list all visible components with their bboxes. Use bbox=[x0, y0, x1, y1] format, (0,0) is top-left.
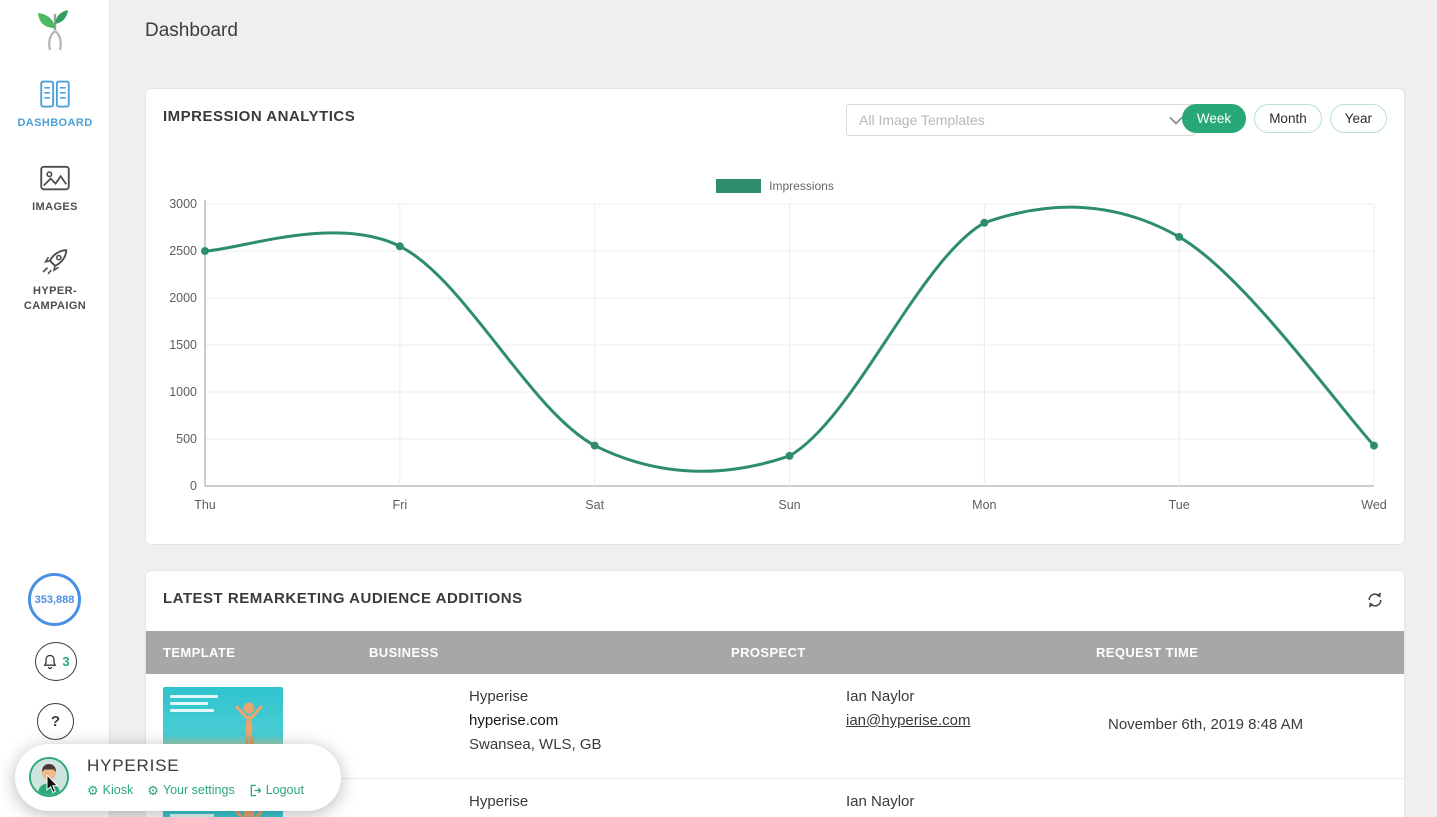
app-logo[interactable] bbox=[0, 4, 110, 59]
range-toggle-group: Week Month Year bbox=[1181, 104, 1387, 133]
user-menu-links: ⚙ Kiosk ⚙ Your settings Logout bbox=[87, 783, 304, 797]
sidebar-item-dashboard[interactable]: DASHBOARD bbox=[0, 80, 110, 131]
user-name: HYPERISE bbox=[87, 756, 180, 775]
bell-icon bbox=[44, 654, 57, 669]
column-header-business: BUSINESS bbox=[369, 645, 439, 660]
sidebar-item-images[interactable]: IMAGES bbox=[0, 164, 110, 215]
svg-text:Sat: Sat bbox=[585, 498, 604, 512]
legend-swatch bbox=[716, 179, 762, 193]
page-title: Dashboard bbox=[145, 20, 238, 41]
column-header-prospect: PROSPECT bbox=[731, 645, 806, 660]
logout-link[interactable]: Logout bbox=[249, 783, 304, 797]
svg-text:Mon: Mon bbox=[972, 498, 996, 512]
template-filter-placeholder: All Image Templates bbox=[859, 112, 985, 128]
prospect-cell: Ian Naylor ian@hyperise.com bbox=[846, 685, 970, 733]
mouse-cursor bbox=[46, 773, 62, 800]
table-header-row: TEMPLATE BUSINESS PROSPECT REQUEST TIME bbox=[146, 631, 1404, 674]
business-location: Swansea, WLS, GB bbox=[469, 736, 602, 753]
gear-icon: ⚙ bbox=[87, 782, 99, 798]
kiosk-link[interactable]: ⚙ Kiosk bbox=[87, 783, 133, 797]
audience-card-title: LATEST REMARKETING AUDIENCE ADDITIONS bbox=[163, 590, 523, 607]
svg-text:Wed: Wed bbox=[1361, 498, 1387, 512]
sidebar-item-label: IMAGES bbox=[32, 201, 78, 213]
chart-legend: Impressions bbox=[146, 179, 1404, 193]
analytics-card-title: IMPRESSION ANALYTICS bbox=[163, 108, 356, 125]
notifications-button[interactable]: 3 bbox=[35, 642, 77, 681]
gear-icon: ⚙ bbox=[147, 782, 159, 798]
svg-text:Tue: Tue bbox=[1169, 498, 1190, 512]
svg-text:2500: 2500 bbox=[169, 244, 197, 258]
svg-text:2000: 2000 bbox=[169, 291, 197, 305]
svg-text:Thu: Thu bbox=[194, 498, 216, 512]
impressions-line-chart: 0 500 1000 1500 2000 2500 3000 Thu Fri Sat Sun Mon T… bbox=[169, 197, 1387, 512]
notifications-count: 3 bbox=[62, 654, 70, 669]
column-header-request-time: REQUEST TIME bbox=[1096, 645, 1199, 660]
dashboard-icon bbox=[40, 80, 70, 108]
template-filter-select[interactable]: All Image Templates bbox=[846, 104, 1196, 136]
range-month-button[interactable]: Month bbox=[1254, 104, 1322, 133]
kiosk-label: Kiosk bbox=[102, 783, 134, 797]
svg-text:Fri: Fri bbox=[393, 498, 408, 512]
column-header-template: TEMPLATE bbox=[163, 645, 236, 660]
range-week-button[interactable]: Week bbox=[1181, 104, 1247, 133]
help-question-mark: ? bbox=[50, 713, 61, 730]
refresh-button[interactable] bbox=[1366, 591, 1384, 614]
svg-text:1000: 1000 bbox=[169, 385, 197, 399]
prospect-name: Ian Naylor bbox=[846, 688, 915, 705]
rocket-icon bbox=[42, 249, 68, 275]
prospect-cell: Ian Naylor ian@hyperise.com bbox=[846, 790, 970, 817]
chevron-down-icon bbox=[1169, 116, 1183, 125]
svg-text:1500: 1500 bbox=[169, 338, 197, 352]
seedling-icon bbox=[38, 10, 68, 51]
logout-label: Logout bbox=[265, 783, 304, 797]
impression-analytics-card: IMPRESSION ANALYTICS All Image Templates… bbox=[145, 88, 1405, 545]
svg-text:500: 500 bbox=[176, 432, 197, 446]
sidebar-item-label: HYPER-CAMPAIGN bbox=[23, 285, 87, 312]
user-menu-popup: HYPERISE ⚙ Kiosk ⚙ Your settings Logout bbox=[15, 744, 341, 811]
business-name: Hyperise bbox=[469, 793, 529, 810]
help-button[interactable]: ? bbox=[37, 703, 74, 740]
your-settings-label: Your settings bbox=[162, 783, 235, 797]
sidebar-item-hyper-campaign[interactable]: HYPER-CAMPAIGN bbox=[0, 248, 110, 314]
business-cell: Hyperise hyperise.com Swansea, WLS, GB bbox=[469, 685, 602, 757]
images-icon bbox=[40, 165, 70, 191]
impressions-counter-badge[interactable]: 353,888 bbox=[28, 573, 81, 626]
svg-text:0: 0 bbox=[190, 479, 197, 493]
your-settings-link[interactable]: ⚙ Your settings bbox=[147, 783, 234, 797]
legend-label: Impressions bbox=[769, 179, 834, 193]
business-cell: Hyperise hyperise.com Swansea, WLS, GB bbox=[469, 790, 602, 817]
logout-icon bbox=[250, 784, 261, 796]
sidebar-item-label: DASHBOARD bbox=[17, 117, 93, 129]
refresh-icon bbox=[1368, 592, 1382, 608]
range-year-button[interactable]: Year bbox=[1329, 104, 1387, 133]
svg-text:3000: 3000 bbox=[169, 197, 197, 211]
sidebar: DASHBOARD IMAGES HYPER-CAMPAIGN 353,888 … bbox=[0, 0, 110, 817]
business-name: Hyperise bbox=[469, 688, 529, 705]
request-time-cell: November 6th, 2019 8:48 AM bbox=[1108, 716, 1304, 733]
svg-text:Sun: Sun bbox=[778, 498, 800, 512]
prospect-name: Ian Naylor bbox=[846, 793, 915, 810]
impressions-counter-value: 353,888 bbox=[34, 593, 75, 606]
prospect-email-link[interactable]: ian@hyperise.com bbox=[846, 712, 970, 729]
business-domain: hyperise.com bbox=[469, 712, 559, 729]
